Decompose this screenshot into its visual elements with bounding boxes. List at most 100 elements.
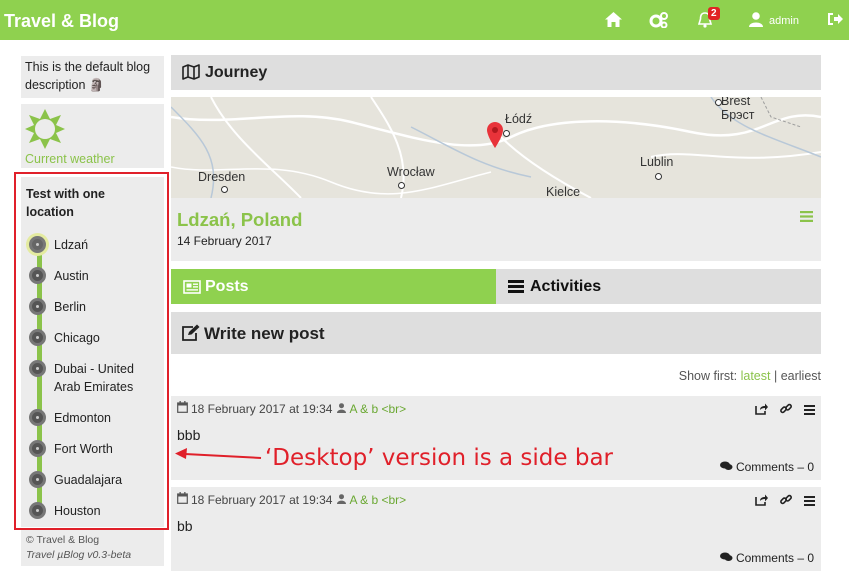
logout-icon[interactable]: [827, 12, 843, 26]
user-icon: [749, 12, 763, 30]
footer-copyright: © Travel & Blog: [26, 534, 100, 546]
map-city: Wrocław: [387, 165, 435, 179]
weather-label[interactable]: Current weather: [25, 152, 115, 166]
location-label: Fort Worth: [54, 442, 113, 456]
brand-title[interactable]: Travel & Blog: [4, 11, 119, 32]
map-city-dot: [398, 182, 405, 189]
location-label: Chicago: [54, 331, 100, 345]
location-marker-icon: [29, 409, 46, 426]
place-date: 14 February 2017: [177, 234, 272, 248]
comments-icon: [719, 551, 733, 565]
edit-icon: [180, 324, 200, 345]
map-city-dot: [221, 186, 228, 193]
post-meta: 18 February 2017 at 19:34 A & b <br>: [177, 492, 406, 507]
post-author-link[interactable]: A & b <br>: [349, 402, 406, 416]
sort-latest-link[interactable]: latest: [741, 369, 771, 383]
weather-widget: Current weather: [21, 104, 164, 168]
share-icon[interactable]: [755, 403, 768, 418]
calendar-icon: [177, 401, 188, 416]
comments-icon: [719, 460, 733, 474]
post-body: bbb: [177, 427, 201, 443]
calendar-icon: [177, 492, 188, 507]
post-date: 18 February 2017 at 19:34: [191, 492, 333, 507]
location-marker-icon: [29, 502, 46, 519]
tab-posts[interactable]: Posts: [171, 269, 496, 304]
location-marker-icon: [29, 329, 46, 346]
location-label: Austin: [54, 269, 89, 283]
location-marker-icon: [29, 471, 46, 488]
journey-header: Journey: [171, 55, 821, 90]
location-marker-icon: [29, 298, 46, 315]
map-city: Brest: [721, 97, 751, 108]
location-marker-icon: [29, 236, 46, 253]
share-icon[interactable]: [755, 494, 768, 509]
write-post-button[interactable]: Write new post: [171, 312, 821, 354]
journey-map[interactable]: Brest Брэст Łódź Wrocław Lublin Dresden …: [171, 97, 821, 198]
notification-badge: 2: [708, 7, 720, 20]
map-city: Брэст: [721, 108, 755, 122]
post-author-link[interactable]: A & b <br>: [349, 493, 406, 507]
sort-earliest-link[interactable]: earliest: [781, 369, 821, 383]
menu-icon[interactable]: [804, 494, 815, 509]
link-icon[interactable]: [780, 403, 792, 418]
post-actions: [755, 403, 815, 418]
sort-controls: Show first: latest | earliest: [679, 369, 821, 383]
location-label: Ldzań: [54, 238, 89, 252]
sort-prefix: Show first:: [678, 369, 738, 383]
annotation-arrow-icon: [175, 446, 263, 465]
post-card: 18 February 2017 at 19:34 A & b <br> bb …: [171, 487, 821, 571]
map-city-dot: [715, 99, 722, 106]
location-label: Edmonton: [54, 411, 111, 425]
tab-activities-label: Activities: [530, 278, 602, 295]
user-name: admin: [769, 15, 799, 27]
annotation-text: ‘Desktop’ version is a side bar: [265, 445, 614, 471]
place-name: Ldzań, Poland: [177, 209, 303, 230]
location-marker-icon: [29, 440, 46, 457]
location-label: Dubai - United Arab Emirates: [54, 362, 134, 394]
newspaper-icon: [183, 280, 201, 297]
post-date: 18 February 2017 at 19:34: [191, 401, 333, 416]
journey-title: Journey: [205, 64, 268, 81]
map-city-dot: [503, 130, 510, 137]
footer-version: Travel µBlog v0.3-beta: [26, 549, 132, 561]
link-icon[interactable]: [780, 494, 792, 509]
menu-icon[interactable]: [800, 210, 813, 225]
comments-count: Comments – 0: [735, 551, 814, 565]
map-city: Kielce: [546, 185, 581, 198]
map-city: Dresden: [198, 170, 246, 184]
trip-title: Test with one location: [26, 187, 105, 219]
menu-icon[interactable]: [804, 403, 815, 418]
user-icon: [337, 402, 347, 416]
location-marker-icon: [29, 360, 46, 377]
list-icon: [508, 280, 524, 296]
post-comments-link[interactable]: Comments – 0: [719, 551, 814, 565]
post-body: bb: [177, 518, 193, 534]
location-details: Ldzań, Poland 14 February 2017: [171, 198, 821, 261]
post-actions: [755, 494, 815, 509]
blog-description: This is the default blog description 🗿: [21, 56, 164, 98]
write-post-label: Write new post: [204, 324, 325, 343]
sidebar-footer: © Travel & Blog Travel µBlog v0.3-beta: [21, 530, 164, 566]
sidebar-highlight-box: Test with one location Ldzań Austin Berl…: [14, 172, 169, 530]
trip-panel: Test with one location Ldzań Austin Berl…: [21, 177, 164, 527]
location-label: Berlin: [54, 300, 86, 314]
sun-icon: [25, 109, 65, 149]
tab-posts-label: Posts: [205, 278, 249, 295]
location-label: Guadalajara: [54, 473, 123, 487]
sort-separator: |: [773, 369, 778, 383]
bell-icon[interactable]: 2: [697, 7, 720, 28]
home-icon[interactable]: [605, 12, 622, 27]
location-marker-icon: [29, 267, 46, 284]
post-comments-link[interactable]: Comments – 0: [719, 460, 814, 474]
post-meta: 18 February 2017 at 19:34 A & b <br>: [177, 401, 406, 416]
tab-activities[interactable]: Activities: [496, 269, 821, 304]
user-menu[interactable]: admin: [749, 12, 799, 30]
map-city: Lublin: [640, 155, 674, 169]
comments-count: Comments – 0: [735, 460, 814, 474]
settings-icon[interactable]: [649, 12, 669, 28]
top-navbar: Travel & Blog 2 admin: [0, 0, 849, 40]
user-icon: [337, 493, 347, 507]
location-label: Houston: [54, 504, 101, 518]
map-pin-icon[interactable]: [487, 122, 503, 151]
map-icon: [182, 64, 200, 83]
